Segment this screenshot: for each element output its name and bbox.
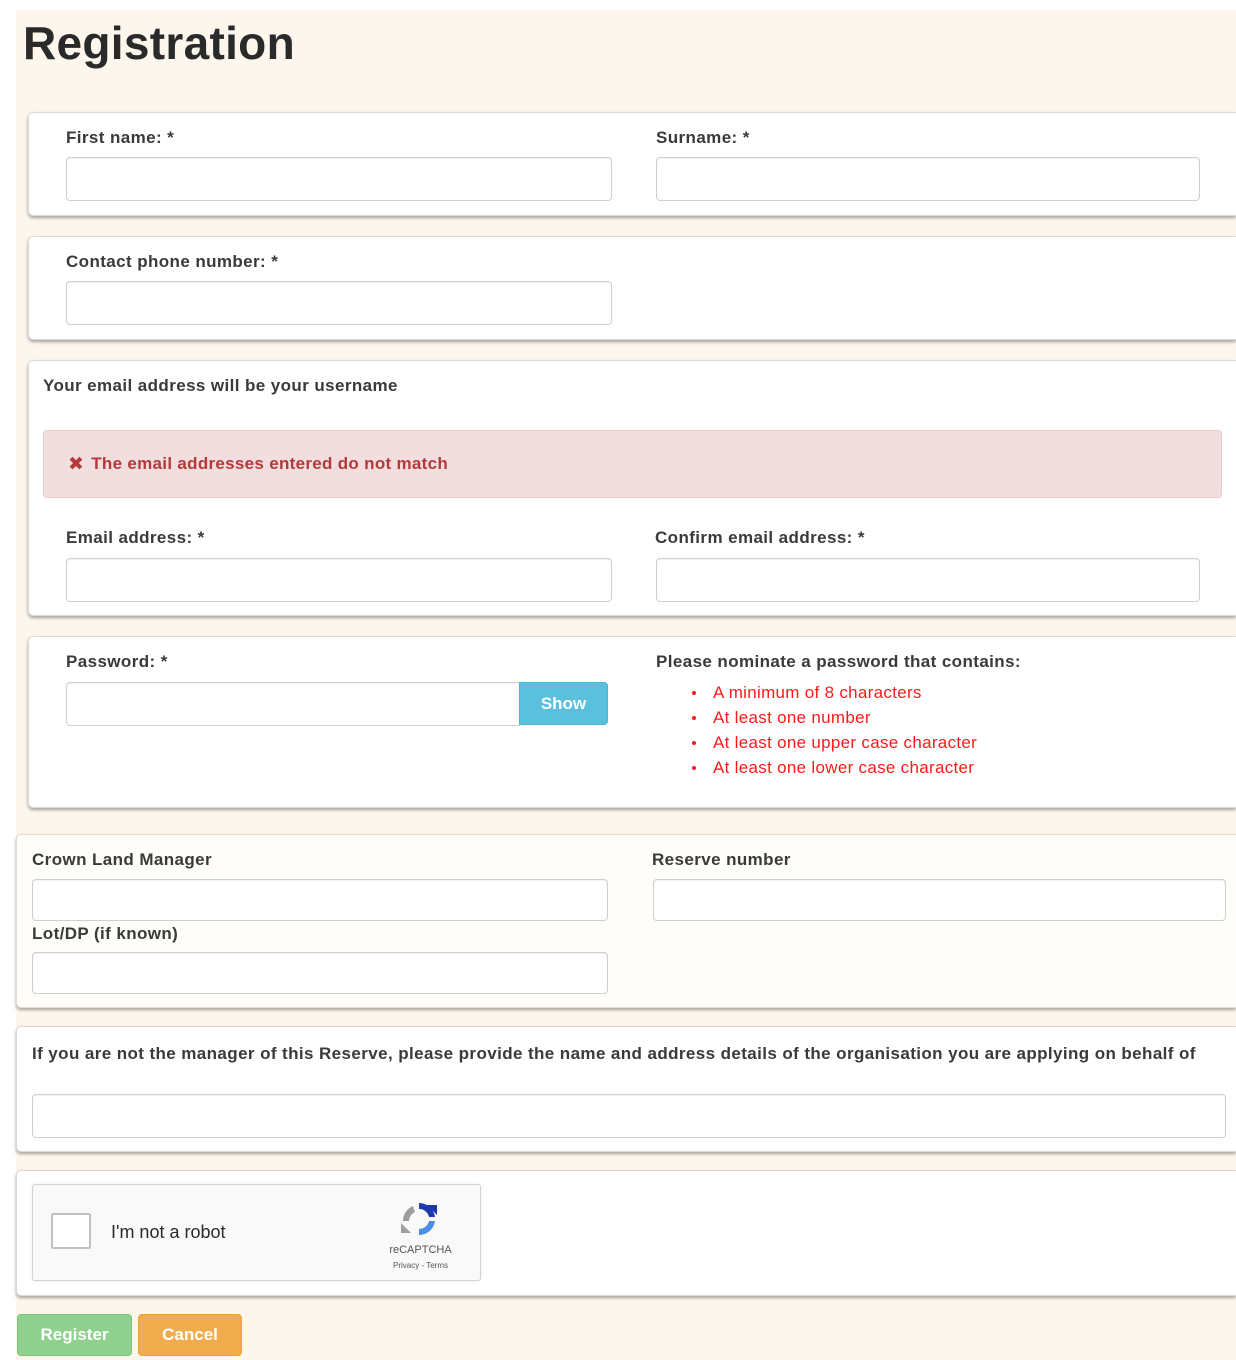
email-input[interactable]: [66, 558, 612, 602]
not-a-robot-label: I'm not a robot: [111, 1222, 226, 1242]
recaptcha-brand: reCAPTCHA: [389, 1244, 452, 1256]
confirm-email-input[interactable]: [656, 558, 1200, 602]
lot-dp-label: Lot/DP (if known): [32, 924, 179, 943]
crown-land-manager-label: Crown Land Manager: [32, 850, 213, 869]
password-label: Password: *: [66, 652, 168, 671]
not-a-robot-checkbox[interactable]: [51, 1213, 91, 1249]
email-mismatch-alert: ✖ The email addresses entered do not mat…: [43, 430, 1222, 498]
email-username-note: Your email address will be your username: [43, 376, 398, 395]
recaptcha-logo-icon: [401, 1202, 437, 1236]
password-rule: At least one number: [688, 709, 977, 734]
surname-input[interactable]: [656, 157, 1200, 201]
organisation-label: If you are not the manager of this Reser…: [32, 1044, 1196, 1063]
phone-input[interactable]: [66, 281, 612, 325]
password-input[interactable]: [66, 682, 520, 726]
phone-label: Contact phone number: *: [66, 252, 279, 271]
password-rule: A minimum of 8 characters: [688, 684, 977, 709]
show-password-button[interactable]: Show: [519, 682, 608, 725]
email-mismatch-message: The email addresses entered do not match: [91, 454, 449, 473]
page-title: Registration: [23, 17, 295, 69]
organisation-input[interactable]: [32, 1094, 1226, 1138]
cancel-button[interactable]: Cancel: [138, 1314, 242, 1356]
confirm-email-label: Confirm email address: *: [655, 528, 865, 547]
reserve-number-label: Reserve number: [652, 850, 791, 869]
lot-dp-input[interactable]: [32, 952, 608, 994]
register-button[interactable]: Register: [17, 1314, 132, 1356]
password-rule: At least one upper case character: [688, 734, 977, 759]
password-rule: At least one lower case character: [688, 759, 977, 784]
first-name-input[interactable]: [66, 157, 612, 201]
first-name-label: First name: *: [66, 128, 175, 147]
password-rules-list: A minimum of 8 characters At least one n…: [688, 684, 977, 784]
recaptcha-widget: I'm not a robot reCAPTCHA Privacy - Term…: [32, 1184, 481, 1281]
recaptcha-links[interactable]: Privacy - Terms: [373, 1261, 468, 1270]
error-x-icon: ✖: [68, 453, 85, 475]
crown-land-manager-input[interactable]: [32, 879, 608, 921]
reserve-number-input[interactable]: [653, 879, 1226, 921]
surname-label: Surname: *: [656, 128, 750, 147]
password-rules-title: Please nominate a password that contains…: [656, 652, 1021, 671]
email-label: Email address: *: [66, 528, 205, 547]
